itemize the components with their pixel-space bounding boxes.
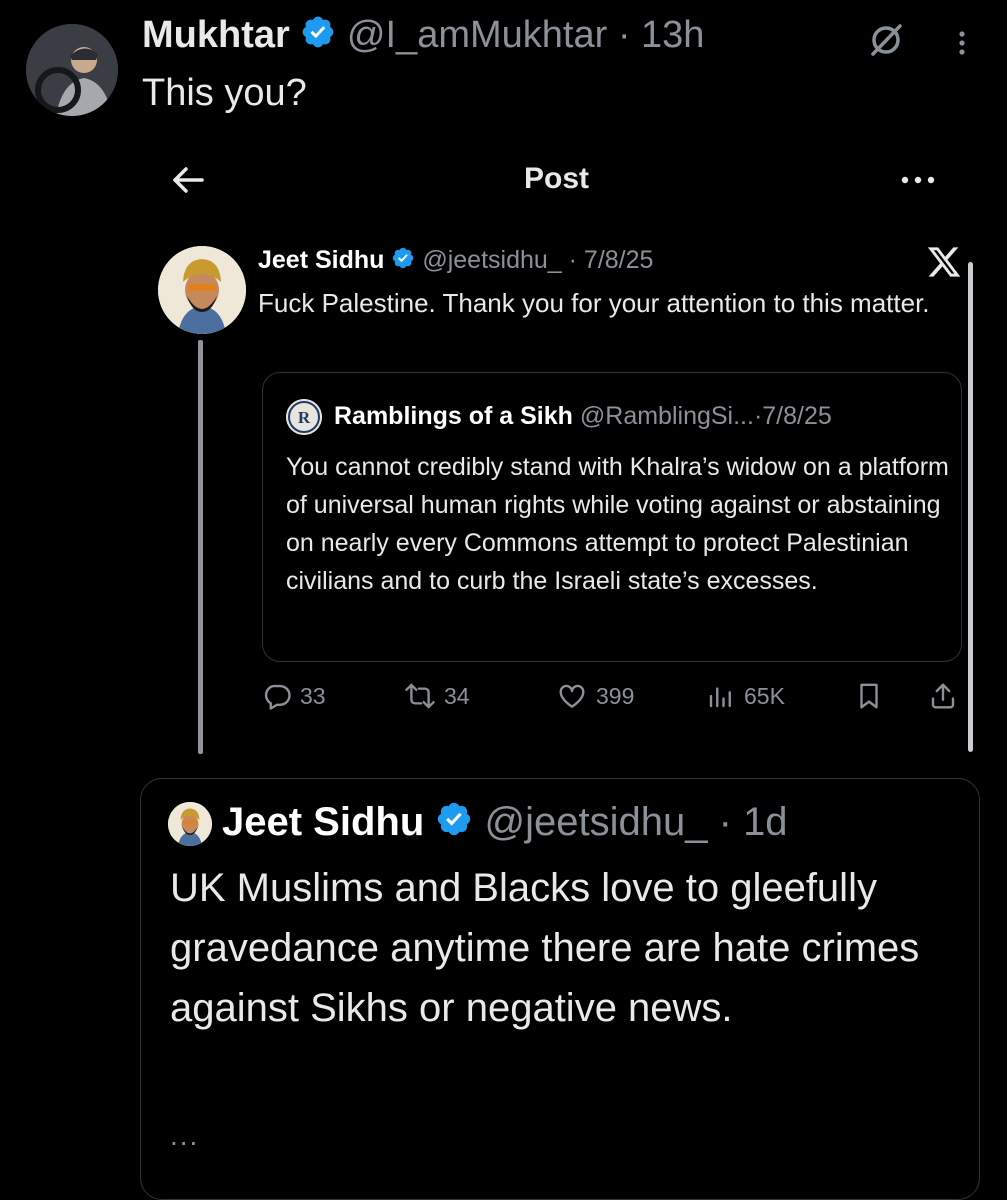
bottom-post-text: UK Muslims and Blacks love to gleefully … bbox=[170, 866, 920, 1030]
inner-quote-author-name[interactable]: Ramblings of a Sikh bbox=[334, 402, 573, 430]
views-count: 65K bbox=[744, 682, 785, 709]
bottom-timestamp[interactable]: 1d bbox=[743, 800, 788, 844]
screenshot-post-title: Post bbox=[524, 162, 590, 195]
reply-icon bbox=[262, 681, 292, 711]
quoted-separator: · bbox=[568, 246, 577, 275]
bottom-post-header: Jeet Sidhu @jeetsidhu_ · 1d bbox=[222, 800, 788, 848]
inner-quote-text: You cannot credibly stand with Khalra’s … bbox=[286, 453, 949, 595]
ramblings-avatar-letter: R bbox=[298, 408, 311, 427]
bottom-post-ellipsis: ... bbox=[170, 1120, 200, 1151]
like-button[interactable]: 399 bbox=[556, 678, 634, 714]
quoted-author-handle[interactable]: @jeetsidhu_ bbox=[422, 246, 561, 274]
inner-quote-date[interactable]: 7/8/25 bbox=[762, 402, 832, 430]
inner-quote-header: Ramblings of a Sikh @RamblingSi...·7/8/2… bbox=[334, 402, 832, 431]
share-button[interactable] bbox=[928, 678, 958, 714]
verified-badge-icon bbox=[391, 246, 415, 277]
quoted-post-header: Jeet Sidhu @jeetsidhu_ · 7/8/25 bbox=[258, 246, 653, 277]
grok-icon[interactable] bbox=[866, 20, 906, 60]
scrollbar[interactable] bbox=[968, 262, 973, 752]
outer-post-header: Mukhtar @I_amMukhtar · 13h bbox=[142, 14, 704, 60]
repost-icon bbox=[404, 681, 436, 711]
outer-timestamp[interactable]: 13h bbox=[641, 14, 704, 56]
heart-icon bbox=[556, 681, 588, 711]
quoted-date[interactable]: 7/8/25 bbox=[584, 246, 654, 274]
bottom-separator: · bbox=[718, 800, 732, 844]
share-icon bbox=[928, 681, 958, 711]
repost-count: 34 bbox=[444, 682, 470, 709]
bottom-author-name[interactable]: Jeet Sidhu bbox=[222, 800, 424, 844]
bottom-jeet-avatar[interactable] bbox=[168, 802, 212, 846]
quoted-post-text: Fuck Palestine. Thank you for your atten… bbox=[258, 288, 930, 318]
outer-author-handle[interactable]: @I_amMukhtar bbox=[347, 14, 607, 56]
quoted-author-name[interactable]: Jeet Sidhu bbox=[258, 246, 384, 274]
x-logo-icon bbox=[926, 244, 962, 280]
thread-line bbox=[198, 340, 203, 754]
verified-badge-icon bbox=[300, 14, 336, 60]
more-options-icon[interactable] bbox=[952, 26, 972, 60]
screenshot-more-icon[interactable] bbox=[898, 170, 938, 190]
reply-count: 33 bbox=[300, 682, 326, 709]
bottom-author-handle[interactable]: @jeetsidhu_ bbox=[485, 800, 708, 844]
views-button[interactable]: 65K bbox=[706, 678, 785, 714]
views-chart-icon bbox=[706, 681, 736, 711]
repost-button[interactable]: 34 bbox=[404, 678, 470, 714]
reply-button[interactable]: 33 bbox=[262, 678, 326, 714]
back-arrow-icon[interactable] bbox=[168, 160, 208, 200]
jeet-avatar[interactable] bbox=[158, 246, 246, 334]
outer-author-name[interactable]: Mukhtar bbox=[142, 14, 290, 56]
bookmark-button[interactable] bbox=[854, 678, 884, 714]
inner-quote-author-handle[interactable]: @RamblingSi... bbox=[580, 402, 754, 430]
like-count: 399 bbox=[596, 682, 635, 709]
bookmark-icon bbox=[854, 681, 884, 711]
verified-badge-icon bbox=[435, 800, 473, 848]
outer-post-text: This you? bbox=[142, 72, 307, 114]
mukhtar-avatar[interactable] bbox=[26, 24, 118, 116]
outer-separator: · bbox=[617, 14, 631, 57]
ramblings-avatar[interactable]: R bbox=[286, 399, 322, 435]
